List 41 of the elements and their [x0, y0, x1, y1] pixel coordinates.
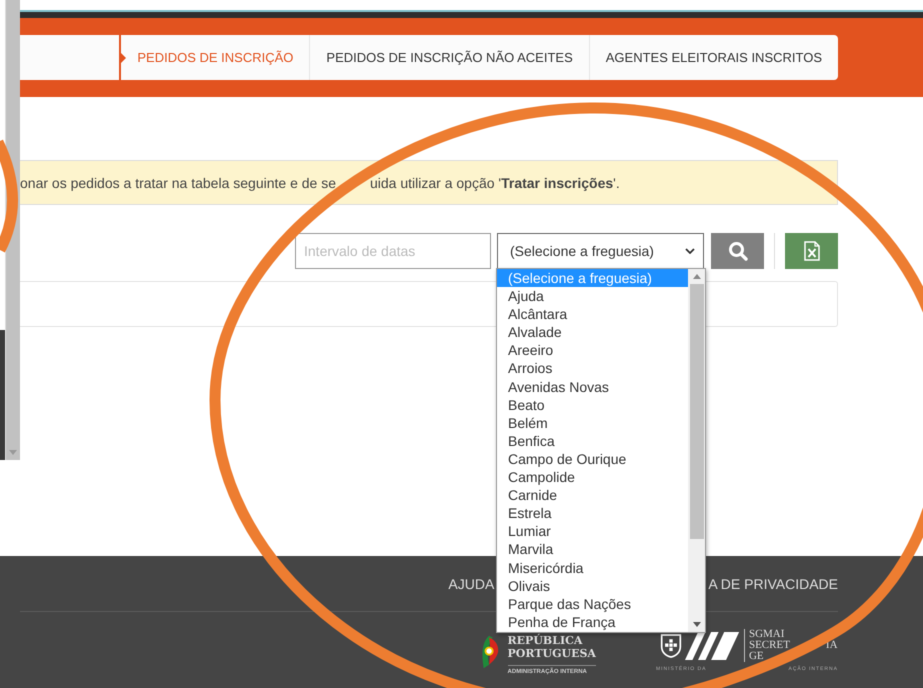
- tab[interactable]: PEDIDOS DE INSCRIÇÃO: [119, 35, 310, 80]
- dropdown-option[interactable]: Lumiar: [497, 522, 688, 540]
- dropdown-option[interactable]: Alcântara: [497, 305, 688, 324]
- dropdown-option[interactable]: Olivais: [497, 576, 688, 595]
- date-range-field[interactable]: Intervalo de datas: [295, 233, 491, 269]
- scrollbar[interactable]: [688, 269, 705, 632]
- dropdown-option[interactable]: Avenidas Novas: [497, 378, 688, 396]
- dropdown-option[interactable]: Ajuda: [497, 287, 688, 306]
- dropdown-option[interactable]: Marvila: [497, 540, 688, 558]
- dropdown-option[interactable]: Benfica: [497, 432, 688, 450]
- notice-text: onar os pedidos a tratar na tabela seguinte e de se: [20, 174, 336, 190]
- logo-text: SECRET: [748, 640, 790, 651]
- logo-text: REPÚBLICA: [508, 634, 584, 647]
- search-icon: [728, 241, 748, 261]
- dropdown-option[interactable]: Penha de França: [497, 612, 688, 631]
- footer-link[interactable]: A DE PRIVACIDADE: [708, 576, 838, 592]
- dropdown-option[interactable]: Campolide: [497, 468, 688, 486]
- logo-text: GE: [748, 651, 764, 662]
- dropdown-option[interactable]: Alvalade: [497, 323, 688, 342]
- flag-emblem-icon: [480, 634, 500, 670]
- scroll-up-icon[interactable]: [692, 274, 700, 279]
- dropdown-option[interactable]: Belém: [497, 414, 688, 432]
- excel-file-icon: [804, 241, 820, 261]
- search-button[interactable]: [711, 233, 764, 269]
- dropdown-option[interactable]: Parque das Nações: [497, 594, 688, 613]
- dropdown-option[interactable]: Carnide: [497, 486, 688, 504]
- logo-text: SGMAI: [748, 629, 784, 640]
- dropdown-option[interactable]: Estrela: [497, 504, 688, 522]
- logo-text: PORTUGUESA: [508, 647, 596, 660]
- notice-text: uida utilizar a opção 'Tratar inscrições'.: [370, 174, 620, 190]
- dropdown-option[interactable]: Arroios: [497, 359, 688, 378]
- scroll-down-icon[interactable]: [692, 622, 700, 627]
- dropdown-option[interactable]: Misericórdia: [497, 558, 688, 577]
- dropdown-option[interactable]: Areeiro: [497, 341, 688, 360]
- chevron-down-icon: [685, 248, 695, 254]
- dropdown-option[interactable]: Campo de Ourique: [497, 450, 688, 468]
- footer-link[interactable]: AJUDA: [448, 576, 494, 592]
- tab[interactable]: AGENTES ELEITORAIS INSCRITOS: [588, 35, 838, 80]
- tab[interactable]: PEDIDOS DE INSCRIÇÃO NÃO ACEITES: [309, 35, 589, 80]
- excel-export-button[interactable]: [785, 233, 838, 269]
- dropdown-option[interactable]: Beato: [497, 396, 688, 414]
